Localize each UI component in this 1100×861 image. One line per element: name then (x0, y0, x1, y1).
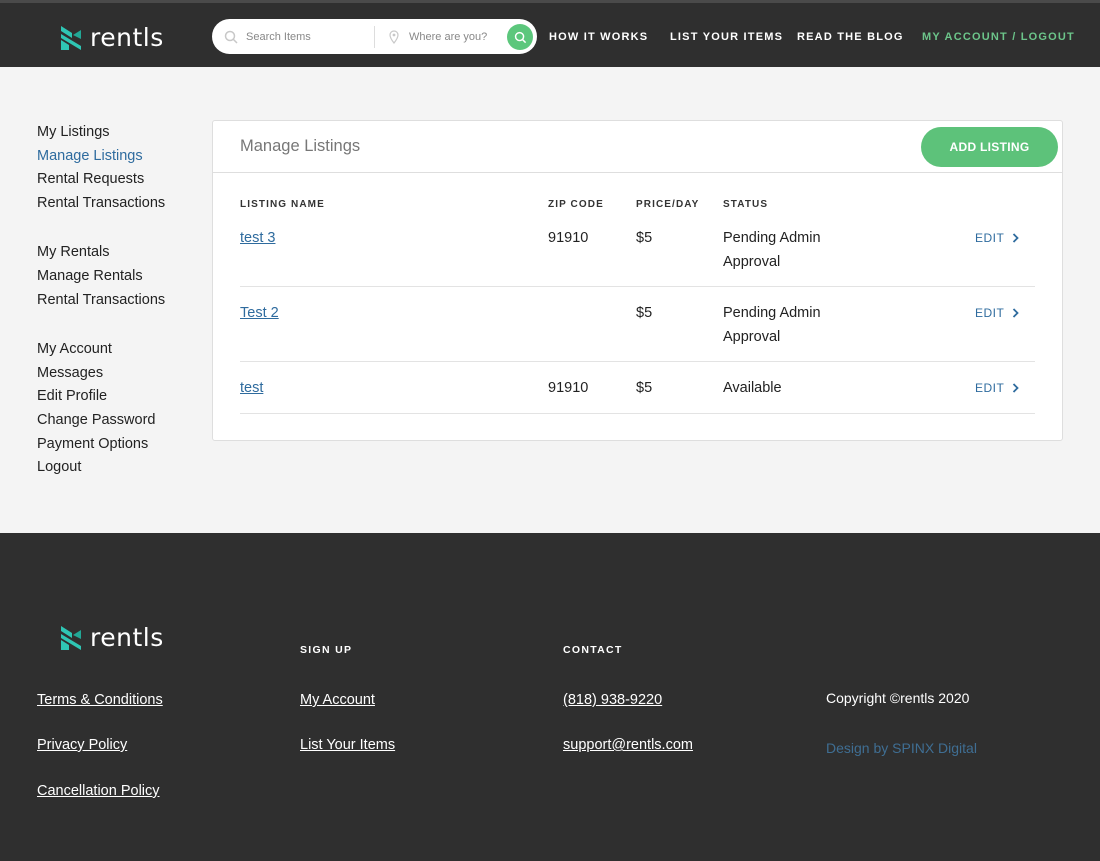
footer-link-cancellation[interactable]: Cancellation Policy (37, 783, 160, 799)
sidebar-item-my-account[interactable]: My Account (37, 339, 197, 363)
sidebar-group-rentals: My Rentals Manage Rentals Rental Transac… (37, 242, 197, 313)
listing-price: $5 (636, 380, 653, 396)
row-divider (240, 286, 1035, 287)
copyright-text: Copyright ©rentls 2020 (826, 690, 970, 706)
listing-status-line1: Pending Admin (723, 230, 821, 246)
footer-logo[interactable]: rentls (60, 623, 164, 652)
footer-phone-link[interactable]: (818) 938-9220 (563, 692, 662, 708)
logo-wordmark: rentls (90, 23, 164, 52)
nav-how-it-works[interactable]: How it works (549, 31, 648, 43)
search-bar: Search Items Where are you? (212, 19, 537, 54)
chevron-right-icon (1013, 233, 1020, 243)
edit-label: EDIT (975, 381, 1005, 395)
edit-label: EDIT (975, 231, 1005, 245)
sidebar-item-messages[interactable]: Messages (37, 363, 197, 387)
sidebar-item-my-listings[interactable]: My Listings (37, 122, 197, 146)
listing-name-link[interactable]: Test 2 (240, 301, 279, 325)
add-listing-button[interactable]: ADD LISTING (921, 127, 1058, 167)
footer-link-privacy[interactable]: Privacy Policy (37, 737, 127, 753)
design-credit-link[interactable]: Design by SPINX Digital (826, 740, 977, 756)
search-icon (224, 30, 238, 44)
listing-zip: 91910 (548, 380, 589, 396)
column-header-listing-name: Listing Name (240, 199, 325, 210)
listing-status: Available (723, 376, 843, 400)
listing-name-link[interactable]: test 3 (240, 226, 275, 250)
nav-list-your-items[interactable]: List your items (670, 31, 783, 43)
search-placeholder: Search Items (246, 30, 311, 43)
chevron-right-icon (1013, 383, 1020, 393)
sidebar-group-listings: My Listings Manage Listings Rental Reque… (37, 122, 197, 216)
footer-heading-signup: Sign up (300, 644, 353, 656)
sidebar-item-payment-options[interactable]: Payment Options (37, 434, 197, 458)
sidebar-item-my-rentals[interactable]: My Rentals (37, 242, 197, 266)
site-footer: rentls Terms & Conditions Privacy Policy… (0, 533, 1100, 861)
edit-listing-button[interactable]: EDIT (975, 226, 1020, 250)
listing-price: $5 (636, 305, 653, 321)
sidebar-item-change-password[interactable]: Change Password (37, 410, 197, 434)
footer-heading-contact: Contact (563, 644, 623, 656)
location-input[interactable]: Where are you? (387, 19, 507, 54)
sidebar-group-account: My Account Messages Edit Profile Change … (37, 339, 197, 481)
search-submit-button[interactable] (507, 24, 533, 50)
location-placeholder: Where are you? (409, 30, 488, 43)
logo-wordmark: rentls (90, 623, 164, 652)
row-divider (240, 413, 1035, 414)
location-pin-icon (389, 29, 399, 44)
edit-listing-button[interactable]: EDIT (975, 301, 1020, 325)
footer-email-link[interactable]: support@rentls.com (563, 737, 693, 753)
listing-status-line2: Approval (723, 254, 781, 270)
edit-listing-button[interactable]: EDIT (975, 376, 1020, 400)
footer-link-terms[interactable]: Terms & Conditions (37, 692, 163, 708)
search-go-icon (514, 31, 526, 43)
column-header-price-day: Price/Day (636, 199, 700, 210)
edit-label: EDIT (975, 306, 1005, 320)
account-sidebar: My Listings Manage Listings Rental Reque… (37, 122, 197, 507)
page-title: Manage Listings (240, 137, 361, 155)
listing-zip: 91910 (548, 230, 589, 246)
listing-price: $5 (636, 230, 653, 246)
sidebar-item-manage-listings[interactable]: Manage Listings (37, 146, 197, 170)
chevron-right-icon (1013, 308, 1020, 318)
listing-status-line1: Available (723, 380, 782, 396)
sidebar-item-logout[interactable]: Logout (37, 457, 197, 481)
nav-my-account-logout[interactable]: My account / Logout (922, 31, 1075, 43)
header-logo[interactable]: rentls (60, 23, 164, 52)
listing-status-line1: Pending Admin (723, 305, 821, 321)
listing-status: Pending Admin Approval (723, 301, 843, 349)
footer-link-my-account[interactable]: My Account (300, 692, 375, 708)
listing-status-line2: Approval (723, 329, 781, 345)
site-header: rentls Search Items Where are you? How i… (0, 3, 1100, 67)
nav-read-the-blog[interactable]: Read the blog (797, 31, 904, 43)
column-header-zip-code: Zip Code (548, 199, 604, 210)
rentls-logo-icon (61, 625, 81, 650)
manage-listings-panel: Manage Listings ADD LISTING Listing Name… (212, 120, 1063, 441)
sidebar-item-manage-rentals[interactable]: Manage Rentals (37, 266, 197, 290)
search-divider (374, 26, 375, 48)
footer-link-list-items[interactable]: List Your Items (300, 737, 395, 753)
rentls-logo-icon (61, 25, 81, 50)
sidebar-item-rental-requests[interactable]: Rental Requests (37, 169, 197, 193)
sidebar-item-edit-profile[interactable]: Edit Profile (37, 386, 197, 410)
row-divider (240, 361, 1035, 362)
search-input[interactable]: Search Items (224, 19, 374, 54)
panel-header: Manage Listings ADD LISTING (213, 121, 1062, 173)
listing-status: Pending Admin Approval (723, 226, 843, 274)
sidebar-item-rental-transactions[interactable]: Rental Transactions (37, 193, 197, 217)
sidebar-item-rental-transactions-2[interactable]: Rental Transactions (37, 290, 197, 314)
listing-name-link[interactable]: test (240, 376, 263, 400)
column-header-status: Status (723, 199, 769, 210)
